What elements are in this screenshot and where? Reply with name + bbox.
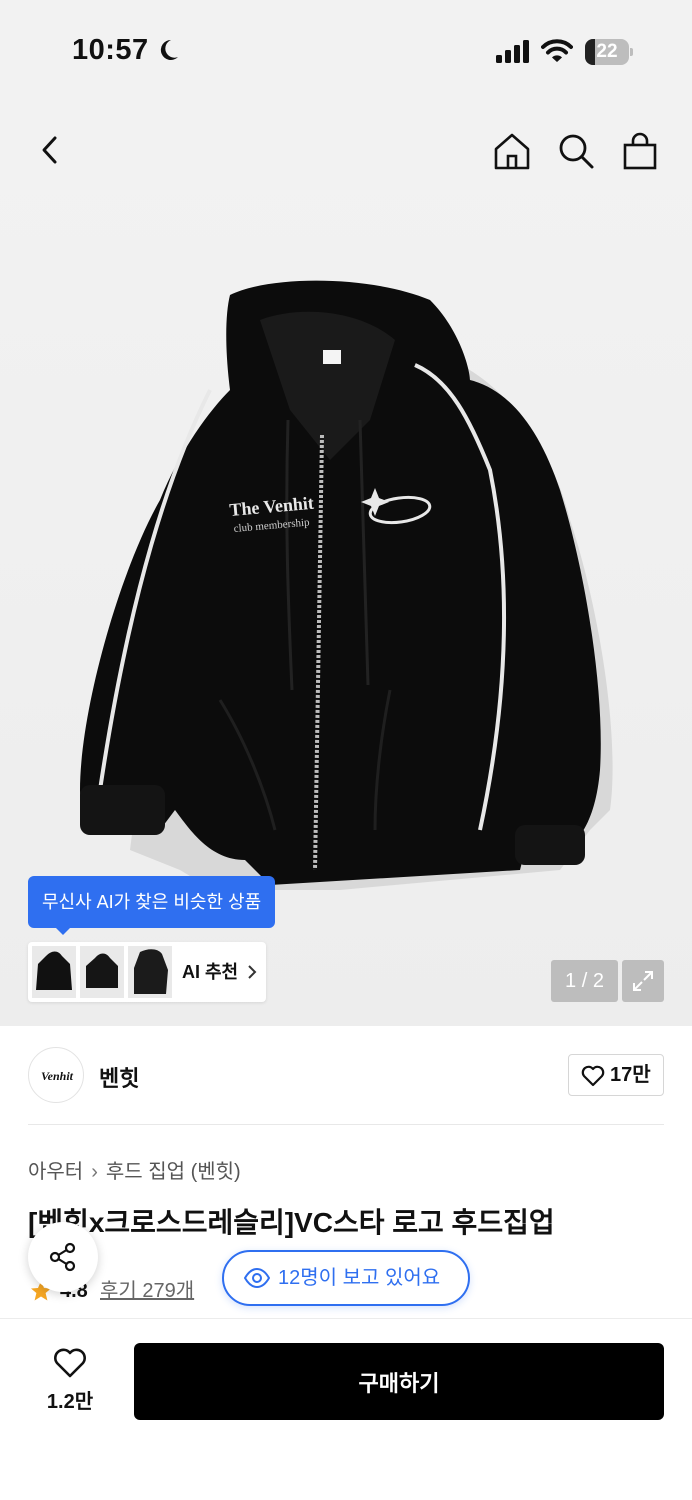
brand-logo[interactable]: Venhit bbox=[28, 1047, 84, 1103]
breadcrumb: 아우터 › 후드 집업 (벤힛) bbox=[28, 1155, 241, 1184]
bottom-action-bar: 1.2만 구매하기 bbox=[0, 1318, 692, 1500]
product-gallery[interactable]: The Venhit club membership 무신사 AI가 찾은 비슷… bbox=[0, 100, 692, 1026]
battery-level: 22 bbox=[596, 41, 618, 62]
divider bbox=[28, 1124, 664, 1125]
heart-icon bbox=[581, 1065, 605, 1087]
wifi-icon bbox=[541, 39, 573, 62]
eye-icon bbox=[244, 1268, 270, 1288]
moon-icon bbox=[160, 39, 178, 60]
live-viewers-badge: 12명이 보고 있어요 bbox=[222, 1250, 470, 1306]
breadcrumb-subcategory[interactable]: 후드 집업 (벤힛) bbox=[106, 1161, 241, 1183]
shopping-bag-icon[interactable] bbox=[618, 130, 662, 174]
ai-similar-products-tooltip[interactable]: 무신사 AI가 찾은 비슷한 상품 bbox=[28, 876, 276, 935]
similar-product-thumb[interactable] bbox=[80, 946, 124, 998]
brand-like-count: 17만 bbox=[610, 1064, 651, 1086]
breadcrumb-category[interactable]: 아우터 bbox=[28, 1161, 83, 1183]
share-icon bbox=[49, 1242, 76, 1272]
back-icon[interactable] bbox=[30, 130, 70, 170]
status-time: 10:57 bbox=[72, 34, 149, 66]
chevron-right-icon: › bbox=[91, 1161, 98, 1183]
buy-button[interactable]: 구매하기 bbox=[134, 1343, 664, 1420]
brand-name[interactable]: 벤힛 bbox=[99, 1061, 139, 1093]
status-bar: 10:57 22 bbox=[0, 0, 692, 100]
ai-recommendation-strip[interactable]: AI 추천 bbox=[28, 942, 266, 1002]
brand-like-button[interactable]: 17만 bbox=[568, 1054, 664, 1096]
chevron-right-icon bbox=[248, 965, 257, 979]
product-title: [벤힛x크로스드레슬리]VC스타 로고 후드집업 bbox=[28, 1207, 555, 1238]
expand-icon bbox=[633, 971, 653, 991]
home-icon[interactable] bbox=[490, 130, 534, 174]
image-page-indicator: 1 / 2 bbox=[551, 960, 618, 1002]
similar-product-thumb[interactable] bbox=[32, 946, 76, 998]
product-like-button[interactable]: 1.2만 bbox=[28, 1347, 112, 1417]
expand-image-button[interactable] bbox=[622, 960, 664, 1002]
similar-product-thumb[interactable] bbox=[128, 946, 172, 998]
battery-indicator: 22 bbox=[585, 39, 633, 65]
product-like-count: 1.2만 bbox=[46, 1391, 94, 1413]
heart-icon bbox=[54, 1348, 86, 1378]
review-count-link[interactable]: 후기 279개 bbox=[100, 1276, 194, 1306]
search-icon[interactable] bbox=[554, 130, 598, 174]
ai-recommend-label[interactable]: AI 추천 bbox=[182, 942, 238, 1002]
cellular-signal-icon bbox=[496, 40, 529, 63]
share-button[interactable] bbox=[28, 1222, 98, 1292]
product-image[interactable]: The Venhit club membership bbox=[30, 270, 630, 890]
brand-logo-text: Venhit bbox=[40, 1069, 73, 1083]
live-viewers-text: 12명이 보고 있어요 bbox=[278, 1267, 441, 1289]
